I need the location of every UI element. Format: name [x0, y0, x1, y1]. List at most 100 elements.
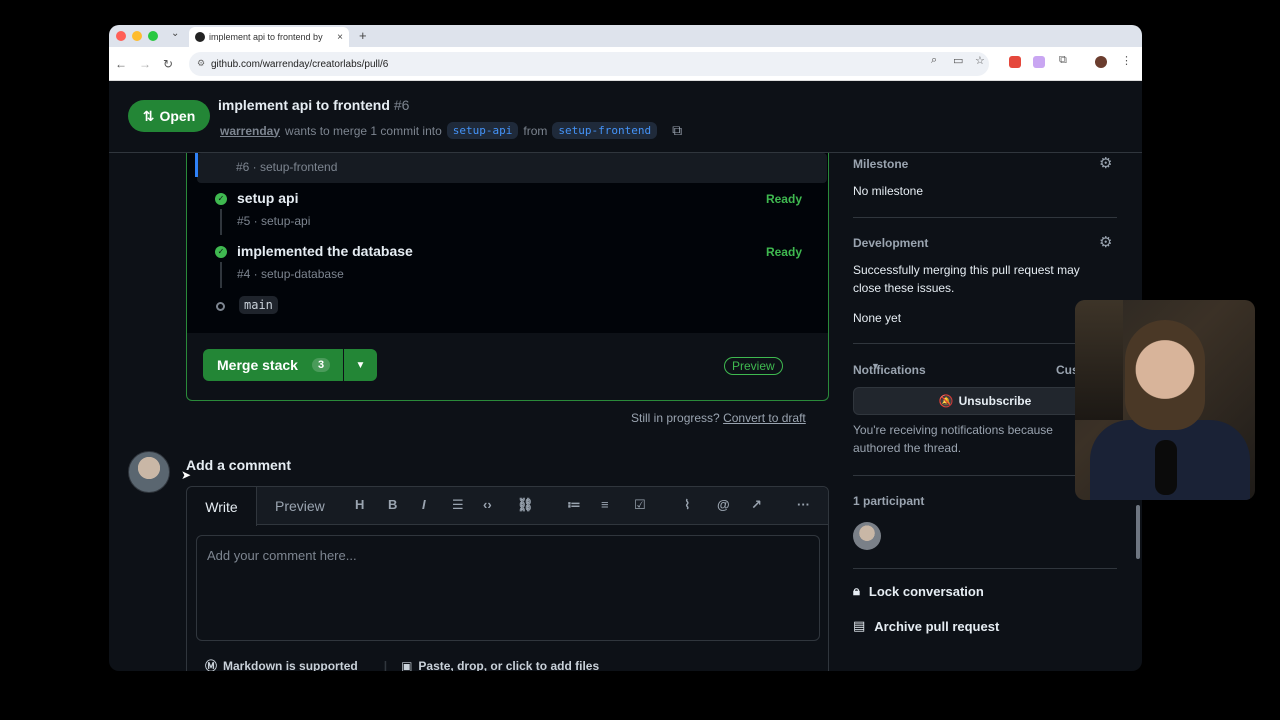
profile-avatar[interactable] [1095, 56, 1107, 68]
stack-item-sub: #4 · setup-database [237, 267, 344, 281]
base-commit-icon [216, 302, 225, 311]
tab-preview[interactable]: Preview [275, 498, 325, 514]
scrollbar[interactable] [1136, 505, 1140, 559]
maximize-window-button[interactable] [148, 31, 158, 41]
base-branch-tag: main [239, 296, 278, 314]
extension-icon[interactable] [1009, 56, 1021, 68]
close-tab-icon[interactable]: × [337, 32, 343, 43]
close-window-button[interactable] [116, 31, 126, 41]
divider [853, 217, 1117, 218]
browser-toolbar: ← → ↻ ⚙ github.com/warrenday/creatorlabs… [109, 47, 1142, 81]
tab-search-icon[interactable]: ⌄ [171, 28, 179, 39]
draft-question: Still in progress? [631, 411, 720, 425]
stack-item-sub: #6 · setup-frontend [236, 160, 338, 174]
github-icon [195, 32, 205, 42]
stack-item-title[interactable]: implemented the database [237, 243, 413, 259]
gear-icon[interactable]: ⚙ [1099, 154, 1112, 172]
quote-icon[interactable]: ☰ [452, 497, 464, 513]
divider: | [383, 658, 388, 672]
unsubscribe-label: Unsubscribe [958, 394, 1032, 408]
merge-count-badge: 3 [311, 358, 331, 372]
copy-icon[interactable]: ⧉ [672, 122, 682, 139]
status-badge: Ready [765, 245, 802, 259]
milestone-value: No milestone [853, 184, 924, 198]
reload-icon[interactable]: ↻ [163, 57, 173, 71]
participant-avatar[interactable] [853, 522, 881, 550]
markdown-icon: Ⓜ [205, 659, 218, 671]
pr-number: #6 [393, 97, 410, 113]
comment-editor: Write Preview H B I ☰ ‹› ⛓ ≔ ≡ ☑ ⌇ @ ↗ ·… [186, 486, 829, 671]
avatar[interactable] [128, 451, 170, 493]
extension-icon[interactable] [1033, 56, 1045, 68]
merge-options-dropdown[interactable]: ▼ [344, 349, 377, 381]
development-heading[interactable]: Development [853, 236, 928, 250]
tab-title: implement api to frontend by [209, 32, 323, 42]
notification-reason: You're receiving notifications because [853, 423, 1053, 437]
status-badge: Ready [765, 192, 802, 206]
merge-stack-button[interactable]: Merge stack 3 [203, 349, 343, 381]
zoom-icon[interactable]: ⌕ [931, 54, 937, 67]
stack-connector [220, 209, 222, 235]
browser-tab[interactable]: implement api to frontend by × [189, 27, 349, 47]
stack-item-sub: #5 · setup-api [237, 214, 311, 228]
task-list-icon[interactable]: ☑ [634, 497, 646, 513]
tab-write[interactable]: Write [187, 487, 257, 526]
new-tab-button[interactable]: + [359, 28, 367, 43]
url-text: github.com/warrenday/creatorlabs/pull/6 [211, 58, 389, 70]
bold-icon[interactable]: B [388, 497, 397, 512]
stack-panel: #6 · setup-frontend ✓ setup api Ready #5… [186, 153, 880, 401]
mention-icon[interactable]: @ [717, 497, 730, 512]
pr-title: implement api to frontend #6 [218, 97, 409, 113]
current-indicator [195, 153, 198, 177]
attach-files-button[interactable]: Paste, drop, or click to add files [418, 659, 599, 672]
notifications-heading: Notifications [853, 363, 926, 377]
image-icon: ▣ [401, 658, 413, 672]
more-options-icon[interactable]: ··· [797, 497, 810, 512]
minimize-window-button[interactable] [132, 31, 142, 41]
comment-input[interactable]: Add your comment here... [196, 535, 820, 641]
preview-badge: Preview [724, 357, 783, 375]
address-bar[interactable]: ⚙ github.com/warrenday/creatorlabs/pull/… [189, 52, 989, 76]
browser-menu-icon[interactable]: ⋮ [1121, 54, 1132, 67]
forward-icon[interactable]: → [139, 57, 151, 71]
pr-state-label: Open [159, 108, 196, 124]
pr-meta: warrenday wants to merge 1 commit into s… [220, 122, 682, 139]
italic-icon[interactable]: I [422, 497, 426, 512]
cross-reference-icon[interactable]: ↗ [751, 497, 762, 513]
code-icon[interactable]: ‹› [483, 497, 492, 512]
stack-item-title[interactable]: setup api [237, 190, 298, 206]
lock-conversation-label: Lock conversation [868, 583, 984, 599]
merge-description: wants to merge 1 commit into [285, 123, 442, 138]
attach-icon[interactable]: ⌇ [684, 497, 690, 513]
extensions-puzzle-icon[interactable]: ⧉ [1059, 54, 1067, 67]
head-branch[interactable]: setup-frontend [552, 122, 658, 139]
microphone [1155, 440, 1177, 495]
development-text: Successfully merging this pull request m… [853, 263, 1080, 277]
check-icon: ✓ [215, 193, 227, 205]
caret-down-icon: ▼ [355, 359, 366, 371]
divider [853, 568, 1117, 569]
markdown-supported-link[interactable]: Markdown is supported [223, 659, 358, 672]
back-icon[interactable]: ← [115, 57, 127, 71]
heading-icon[interactable]: H [355, 497, 364, 512]
pr-state-badge: ⇅ Open [128, 100, 210, 132]
bell-slash-icon: 🔕 [938, 394, 954, 408]
archive-pr-button[interactable]: ▤ Archive pull request [853, 618, 999, 634]
pull-request-icon: ⇅ [142, 107, 155, 124]
gear-icon[interactable]: ⚙ [1099, 233, 1112, 251]
milestone-heading[interactable]: Milestone [853, 157, 908, 171]
bookmark-star-icon[interactable]: ☆ [975, 54, 985, 67]
link-icon[interactable]: ⛓ [517, 497, 534, 513]
numbered-list-icon[interactable]: ≔ [567, 497, 581, 513]
author-link[interactable]: warrenday [220, 124, 280, 138]
bulleted-list-icon[interactable]: ≡ [601, 497, 609, 512]
base-branch[interactable]: setup-api [446, 122, 519, 139]
site-info-icon[interactable]: ⚙ [197, 58, 205, 69]
convert-to-draft-link[interactable]: Convert to draft [723, 411, 806, 425]
presenter-face [1125, 320, 1205, 430]
participants-heading: 1 participant [853, 494, 925, 508]
draft-prompt: Still in progress? Convert to draft [631, 411, 806, 425]
lock-conversation-button[interactable]: 🔒︎ Lock conversation [853, 583, 984, 599]
stack-item-current[interactable]: #6 · setup-frontend [195, 153, 827, 183]
cast-icon[interactable]: ▭ [953, 54, 963, 67]
